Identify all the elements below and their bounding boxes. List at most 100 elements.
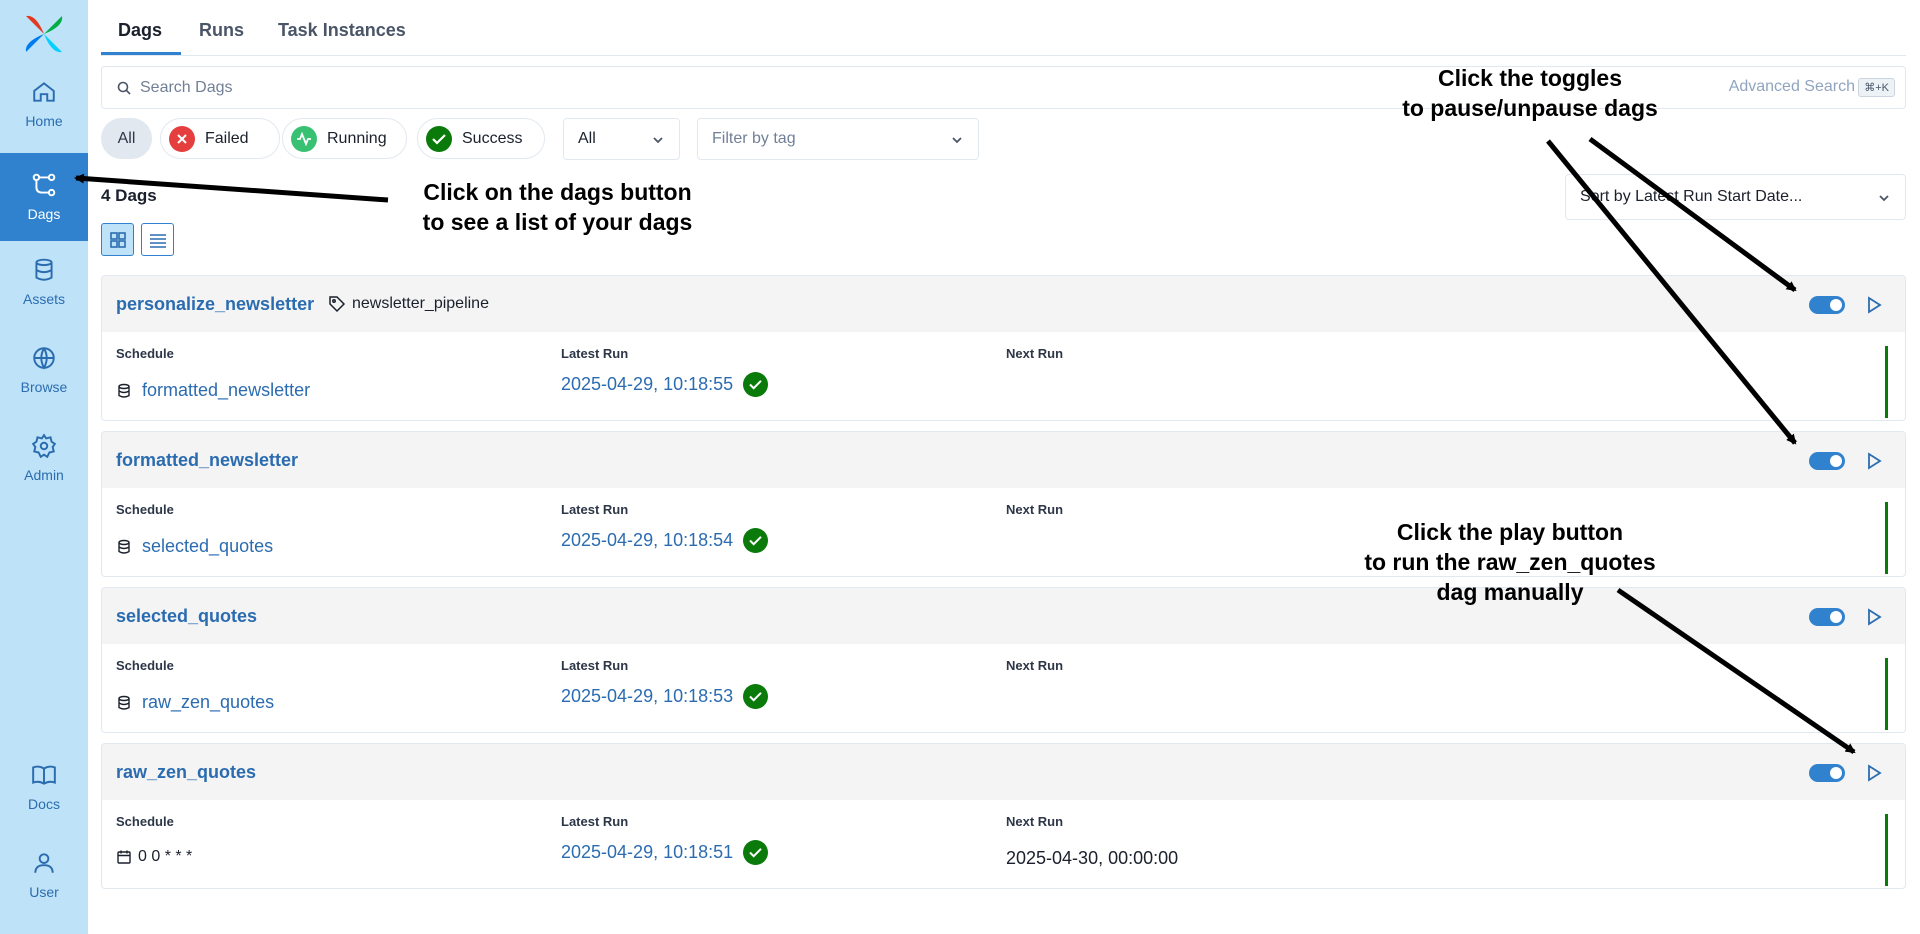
- pause-toggle[interactable]: [1809, 608, 1845, 626]
- home-icon: [33, 82, 55, 102]
- state-select-value: All: [578, 130, 596, 147]
- sidebar-item-label: Dags: [27, 206, 61, 222]
- schedule-asset-link[interactable]: selected_quotes: [116, 536, 273, 557]
- tab-dags[interactable]: Dags: [118, 20, 162, 41]
- sidebar-item-label: User: [29, 884, 59, 900]
- dag-name-link[interactable]: formatted_newsletter: [116, 450, 298, 471]
- book-icon: [32, 765, 56, 785]
- latest-run-label: Latest Run: [561, 658, 629, 673]
- play-icon[interactable]: [1865, 764, 1883, 782]
- tab-runs[interactable]: Runs: [199, 20, 244, 41]
- filter-label: Failed: [205, 129, 249, 147]
- dag-tag-label: newsletter_pipeline: [352, 295, 489, 312]
- schedule-value: selected_quotes: [142, 536, 274, 556]
- filter-label: All: [117, 129, 136, 147]
- annotation-line: Click the toggles: [1437, 65, 1623, 91]
- sidebar-item-user[interactable]: User: [0, 831, 88, 919]
- schedule-value: 0 0 * * *: [138, 848, 193, 865]
- latest-run-link[interactable]: 2025-04-29, 10:18:54: [561, 528, 769, 553]
- airflow-app: Home Dags Assets Browse Admin Docs User …: [0, 0, 1920, 934]
- dag-count: 4 Dags: [101, 186, 157, 205]
- database-icon: [118, 695, 130, 710]
- search-input[interactable]: [140, 75, 1340, 101]
- sort-select-value: Sort by Latest Run Start Date...: [1580, 188, 1803, 205]
- filter-success-button[interactable]: Success: [417, 118, 545, 159]
- dag-card-header: [102, 744, 1905, 800]
- run-status-bar[interactable]: [1885, 658, 1888, 730]
- pause-toggle[interactable]: [1809, 452, 1845, 470]
- filter-label: Success: [462, 129, 523, 147]
- play-icon[interactable]: [1865, 608, 1883, 626]
- tab-task-instances[interactable]: Task Instances: [278, 20, 406, 41]
- run-status-bar[interactable]: [1885, 502, 1888, 574]
- search-icon: [117, 81, 131, 95]
- advanced-search-link[interactable]: Advanced Search: [1729, 78, 1855, 96]
- run-status-bar[interactable]: [1885, 814, 1888, 886]
- sidebar-item-label: Assets: [22, 291, 65, 307]
- sidebar-item-admin[interactable]: Admin: [0, 414, 88, 502]
- dag-name-link[interactable]: personalize_newsletter: [116, 294, 314, 315]
- annotation-line: dag manually: [1436, 579, 1584, 605]
- schedule-label: Schedule: [116, 346, 174, 361]
- schedule-asset-link[interactable]: raw_zen_quotes: [116, 692, 274, 713]
- filter-all-button[interactable]: All: [101, 118, 152, 159]
- sidebar-item-browse[interactable]: Browse: [0, 326, 88, 414]
- annotation-line: to see a list of your dags: [422, 209, 693, 235]
- sort-select[interactable]: Sort by Latest Run Start Date...: [1565, 174, 1906, 220]
- state-select[interactable]: All: [563, 118, 680, 160]
- sidebar-item-docs[interactable]: Docs: [0, 743, 88, 831]
- sidebar-item-dags[interactable]: Dags: [0, 153, 88, 241]
- filter-label: Running: [327, 129, 387, 147]
- schedule-label: Schedule: [116, 502, 174, 517]
- schedule-asset-link[interactable]: formatted_newsletter: [116, 380, 310, 401]
- sidebar-item-assets[interactable]: Assets: [0, 238, 88, 326]
- filter-failed-button[interactable]: Failed: [160, 118, 280, 159]
- play-icon[interactable]: [1865, 296, 1883, 314]
- dag-tag[interactable]: newsletter_pipeline: [328, 295, 489, 313]
- tag-icon: [329, 296, 346, 313]
- latest-run-link[interactable]: 2025-04-29, 10:18:51: [561, 840, 769, 865]
- annotation-line: to run the raw_zen_quotes: [1364, 549, 1656, 575]
- filter-running-button[interactable]: Running: [282, 118, 407, 159]
- tag-filter-select[interactable]: Filter by tag: [697, 118, 979, 160]
- next-run-value: 2025-04-30, 00:00:00: [1006, 848, 1179, 868]
- pause-toggle[interactable]: [1809, 764, 1845, 782]
- database-icon: [118, 539, 130, 554]
- latest-run-value: 2025-04-29, 10:18:51: [561, 842, 734, 862]
- tag-filter-placeholder: Filter by tag: [712, 130, 796, 147]
- sidebar-item-label: Home: [25, 113, 63, 129]
- run-status-bar[interactable]: [1885, 346, 1888, 418]
- dag-card: raw_zen_quotes Schedule Latest Run Next …: [101, 743, 1906, 889]
- grid-icon: [109, 231, 126, 248]
- latest-run-link[interactable]: 2025-04-29, 10:18:55: [561, 372, 769, 397]
- dag-card: selected_quotes Schedule Latest Run Next…: [101, 587, 1906, 733]
- sidebar-item-home[interactable]: Home: [0, 60, 88, 148]
- annotation-line: Click the play button: [1396, 519, 1624, 545]
- latest-run-label: Latest Run: [561, 346, 629, 361]
- check-circle-icon: [743, 840, 769, 865]
- latest-run-link[interactable]: 2025-04-29, 10:18:53: [561, 684, 769, 709]
- dag-name-link[interactable]: raw_zen_quotes: [116, 762, 256, 783]
- latest-run-label: Latest Run: [561, 814, 629, 829]
- database-icon: [118, 383, 130, 398]
- schedule-value: formatted_newsletter: [142, 380, 311, 400]
- pause-toggle[interactable]: [1809, 296, 1845, 314]
- chevron-down-icon: [952, 137, 962, 144]
- next-run-label: Next Run: [1006, 658, 1064, 673]
- card-view-button[interactable]: [101, 223, 134, 256]
- airflow-logo-icon[interactable]: [22, 12, 66, 56]
- dags-icon: [32, 173, 56, 197]
- schedule-label: Schedule: [116, 658, 174, 673]
- check-circle-icon: [743, 684, 769, 709]
- next-run-label: Next Run: [1006, 502, 1064, 517]
- database-icon: [35, 258, 53, 281]
- list-icon: [149, 233, 166, 248]
- calendar-icon: [117, 850, 131, 864]
- table-view-button[interactable]: [141, 223, 174, 256]
- globe-icon: [33, 347, 55, 370]
- play-icon[interactable]: [1865, 452, 1883, 470]
- dag-name-link[interactable]: selected_quotes: [116, 606, 257, 627]
- sidebar-item-label: Docs: [28, 796, 60, 812]
- check-circle-icon: [743, 528, 769, 553]
- chevron-down-icon: [1879, 195, 1889, 202]
